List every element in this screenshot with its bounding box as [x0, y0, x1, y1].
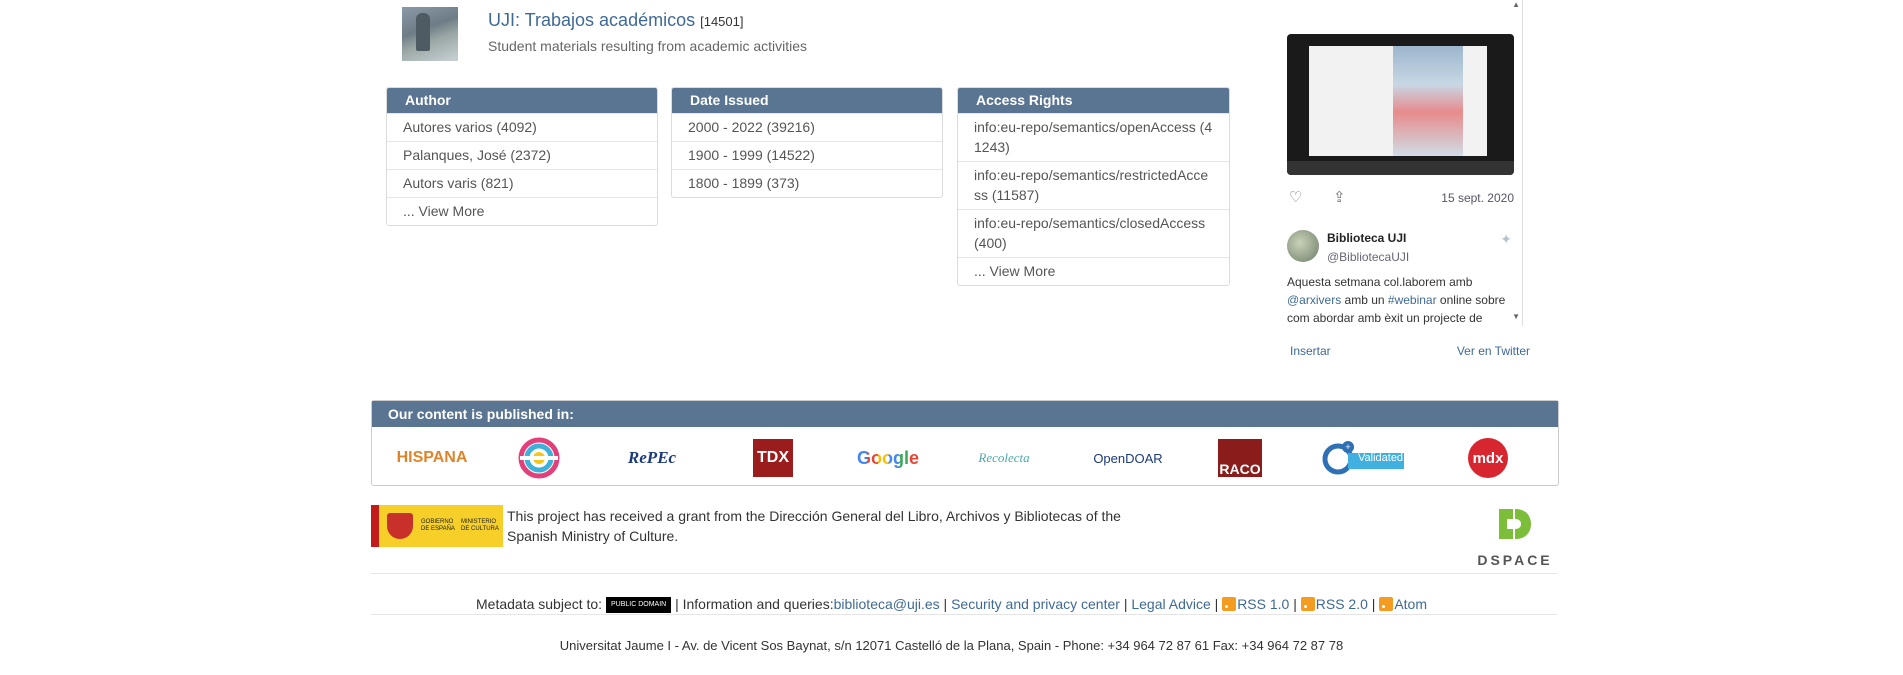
- recolecta-logo[interactable]: Recolecta: [972, 439, 1036, 477]
- twitter-bird-icon[interactable]: ✦: [1500, 231, 1512, 248]
- rss-icon[interactable]: [1222, 597, 1237, 611]
- facet-item[interactable]: Autors varis (821): [387, 169, 657, 197]
- published-in-heading: Our content is published in:: [372, 401, 1558, 427]
- google-scholar-logo[interactable]: Google: [855, 439, 921, 477]
- community-count: [14501]: [700, 14, 744, 29]
- facet-item[interactable]: info:eu-repo/semantics/openAccess (41243…: [958, 113, 1229, 161]
- rss1-link[interactable]: RSS 1.0: [1237, 596, 1289, 612]
- tweet-text-part: Aquesta setmana col.laborem amb: [1287, 275, 1473, 289]
- facet-item[interactable]: 1800 - 1899 (373): [672, 169, 942, 197]
- grant-notice: This project has received a grant from t…: [507, 508, 1121, 544]
- rss2-link[interactable]: RSS 2.0: [1316, 596, 1368, 612]
- tweet-author-name[interactable]: Biblioteca UJI: [1327, 231, 1406, 245]
- embed-link[interactable]: Insertar: [1290, 344, 1331, 358]
- heart-icon[interactable]: ♡: [1289, 188, 1302, 206]
- dspace-mark-icon: [1499, 509, 1531, 539]
- view-on-twitter-link[interactable]: Ver en Twitter: [1457, 344, 1530, 358]
- repec-logo[interactable]: RePEc: [622, 439, 682, 477]
- facet-heading: Author: [387, 88, 657, 113]
- tweet-actions: ♡ ⇪ 15 sept. 2020: [1287, 188, 1514, 208]
- rss-icon[interactable]: [1300, 597, 1315, 611]
- flag-text: GOBIERNO DE ESPAÑA: [421, 519, 455, 532]
- tweet-mention[interactable]: @arxivers: [1287, 293, 1341, 307]
- scroll-up-icon[interactable]: ▲: [1512, 0, 1520, 9]
- facet-access-rights: Access Rights info:eu-repo/semantics/ope…: [957, 87, 1230, 286]
- community-title: UJI: Trabajos académicos [14501]: [488, 10, 743, 31]
- facet-item[interactable]: Palanques, José (2372): [387, 141, 657, 169]
- dspace-logo[interactable]: DSPACE: [1473, 505, 1557, 571]
- e-ciencia-logo[interactable]: [518, 437, 560, 479]
- facet-item[interactable]: Autores varios (4092): [387, 113, 657, 141]
- mdx-logo[interactable]: mdx: [1467, 438, 1509, 478]
- tdx-logo[interactable]: TDX: [753, 439, 793, 477]
- published-in-panel: Our content is published in: HISPANA ReP…: [371, 400, 1559, 486]
- facet-date-issued: Date Issued 2000 - 2022 (39216) 1900 - 1…: [671, 87, 943, 198]
- footer-links: Metadata subject to: PUBLIC DOMAIN | Inf…: [476, 596, 1427, 614]
- scroll-down-icon[interactable]: ▼: [1512, 312, 1520, 321]
- svg-text:+: +: [1345, 442, 1350, 452]
- tweet-media[interactable]: [1287, 34, 1514, 175]
- email-link[interactable]: biblioteca@uji.es: [834, 596, 940, 612]
- security-link[interactable]: Security and privacy center: [951, 596, 1120, 612]
- tweet-date[interactable]: 15 sept. 2020: [1441, 191, 1514, 205]
- facet-item[interactable]: info:eu-repo/semantics/closedAccess (400…: [958, 209, 1229, 257]
- community-description: Student materials resulting from academi…: [488, 38, 808, 54]
- avatar[interactable]: [1287, 230, 1319, 262]
- cc-license-icon[interactable]: PUBLIC DOMAIN: [605, 597, 672, 614]
- raco-logo[interactable]: RACO: [1218, 439, 1262, 477]
- community-link[interactable]: UJI: Trabajos académicos: [488, 10, 695, 30]
- facet-item[interactable]: 1900 - 1999 (14522): [672, 141, 942, 169]
- share-icon[interactable]: ⇪: [1333, 188, 1346, 206]
- ministry-logo[interactable]: GOBIERNO DE ESPAÑA MINISTERIO DE CULTURA: [371, 505, 503, 547]
- facet-heading: Date Issued: [672, 88, 942, 113]
- dspace-wordmark: DSPACE: [1477, 552, 1553, 568]
- legal-link[interactable]: Legal Advice: [1131, 596, 1210, 612]
- validated-logo[interactable]: + Validated: [1322, 439, 1406, 477]
- flag-text: MINISTERIO DE CULTURA: [461, 519, 499, 532]
- twitter-timeline[interactable]: ▲ ♡ ⇪ 15 sept. 2020 Biblioteca UJI @Bibl…: [1275, 0, 1523, 326]
- tweet-hashtag[interactable]: #webinar: [1388, 293, 1437, 307]
- view-more-link[interactable]: ... View More: [958, 257, 1229, 285]
- divider: [371, 573, 1557, 574]
- footer-address: Universitat Jaume I - Av. de Vicent Sos …: [559, 638, 1344, 653]
- view-more-link[interactable]: ... View More: [387, 197, 657, 225]
- tweet-text: Aquesta setmana col.laborem amb @arxiver…: [1287, 273, 1509, 326]
- rss-icon[interactable]: [1379, 597, 1394, 611]
- facet-item[interactable]: 2000 - 2022 (39216): [672, 113, 942, 141]
- facet-item[interactable]: info:eu-repo/semantics/restrictedAccess …: [958, 161, 1229, 209]
- community-thumbnail[interactable]: [402, 7, 458, 61]
- divider: [371, 614, 1557, 615]
- atom-link[interactable]: Atom: [1394, 596, 1427, 612]
- hispana-logo[interactable]: HISPANA: [397, 439, 468, 477]
- facet-heading: Access Rights: [958, 88, 1229, 113]
- tweet-text-part: amb un: [1341, 293, 1388, 307]
- metadata-label: Metadata subject to:: [476, 596, 603, 612]
- info-label: | Information and queries:: [671, 596, 834, 612]
- opendoar-logo[interactable]: OpenDOAR: [1093, 439, 1162, 477]
- facet-author: Author Autores varios (4092) Palanques, …: [386, 87, 658, 226]
- tweet-author-handle[interactable]: @BibliotecaUJI: [1327, 250, 1409, 264]
